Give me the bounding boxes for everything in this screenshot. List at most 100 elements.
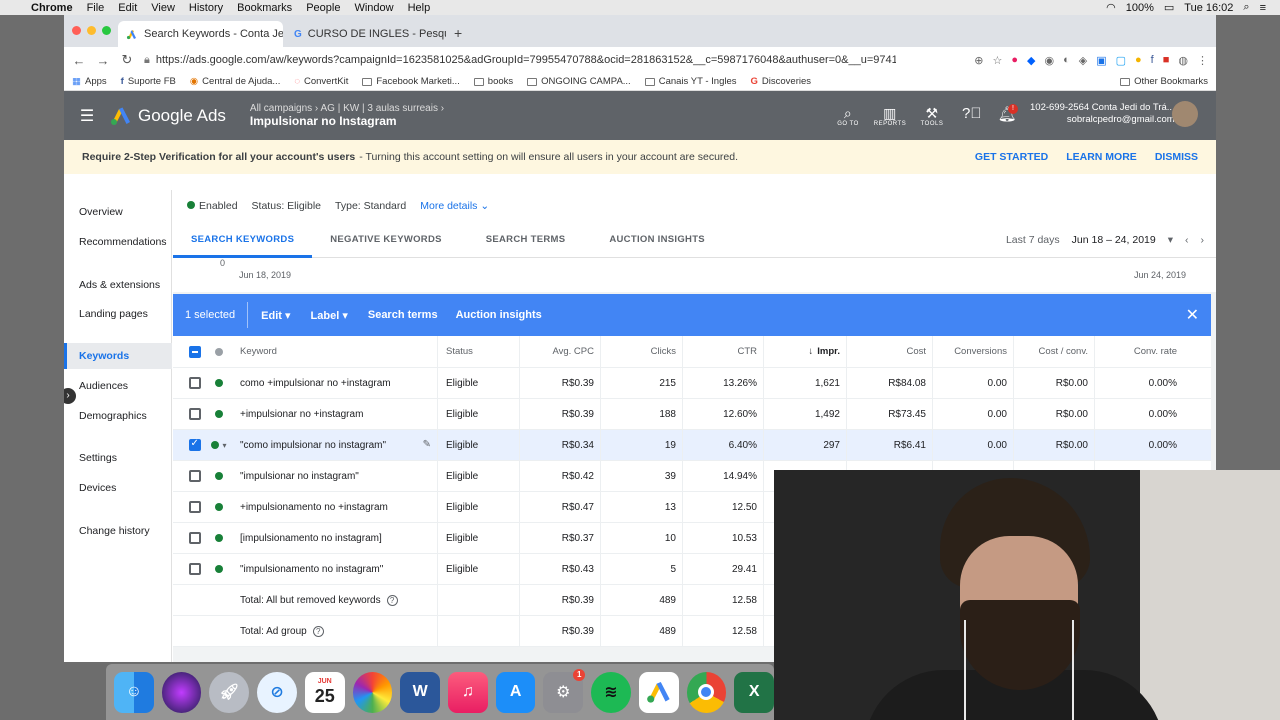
row-status-dot[interactable]: [208, 368, 230, 398]
next-period-icon[interactable]: ›: [1201, 234, 1205, 246]
dock-calendar-icon[interactable]: JUN 25: [304, 671, 345, 713]
other-bookmarks[interactable]: Other Bookmarks: [1120, 76, 1208, 87]
more-details-button[interactable]: More details ⌄: [420, 200, 489, 212]
help-icon[interactable]: ?⃝: [962, 105, 982, 123]
keyword-cell[interactable]: "impulsionamento no instagram": [230, 554, 438, 584]
bookmark-central-ajuda[interactable]: ◉ Central de Ajuda...: [190, 76, 280, 87]
page-title[interactable]: Impulsionar no Instagram: [250, 114, 444, 128]
menu-bookmarks[interactable]: Bookmarks: [232, 2, 301, 14]
search-terms-button[interactable]: Search terms: [348, 309, 438, 321]
chevron-down-icon[interactable]: ▾: [222, 441, 226, 450]
column-header-cost[interactable]: Cost: [847, 336, 933, 367]
sidebar-item-landing-pages[interactable]: Landing pages: [79, 308, 148, 320]
back-icon[interactable]: ←: [72, 53, 86, 68]
tab-search-keywords[interactable]: SEARCH KEYWORDS: [173, 222, 313, 258]
keyword-cell[interactable]: "como impulsionar no instagram" ✎: [230, 430, 438, 460]
dismiss-button[interactable]: DISMISS: [1155, 151, 1198, 163]
wifi-icon[interactable]: ◠: [1106, 1, 1116, 14]
extension-icon[interactable]: ◉: [1044, 54, 1054, 67]
menu-window[interactable]: Window: [349, 2, 402, 14]
profile-icon[interactable]: ◍: [1178, 54, 1188, 67]
lock-icon[interactable]: 🔒︎: [144, 54, 150, 67]
column-header-conv-rate[interactable]: Conv. rate: [1095, 336, 1183, 367]
close-icon[interactable]: ✕: [1186, 305, 1211, 325]
sidebar-item-audiences[interactable]: Audiences: [79, 380, 128, 392]
auction-insights-button[interactable]: Auction insights: [438, 309, 542, 321]
sidebar-item-overview[interactable]: Overview: [79, 206, 123, 218]
table-row[interactable]: ▾ "como impulsionar no instagram"✎Eligibl…: [173, 430, 1211, 461]
dock-itunes-icon[interactable]: ♫: [448, 671, 488, 713]
row-checkbox[interactable]: [173, 554, 208, 584]
dock-launchpad-icon[interactable]: 🚀︎: [209, 671, 250, 713]
bookmark-star-icon[interactable]: ☆: [992, 54, 1002, 67]
extension-icon[interactable]: ◐: [1063, 54, 1070, 66]
avatar[interactable]: [1172, 101, 1198, 127]
edit-menu-button[interactable]: Edit ▾: [248, 309, 290, 322]
dock-chrome-icon[interactable]: [686, 671, 727, 713]
select-all-checkbox[interactable]: [173, 336, 208, 367]
learn-more-button[interactable]: LEARN MORE: [1066, 151, 1137, 163]
bookmark-canais-yt[interactable]: Canais YT - Ingles: [644, 76, 737, 87]
bookmark-ongoing-campaigns[interactable]: ONGOING CAMPA...: [527, 76, 631, 87]
row-status-dot[interactable]: [208, 492, 230, 522]
previous-period-icon[interactable]: ‹: [1185, 234, 1189, 246]
sidebar-item-devices[interactable]: Devices: [79, 482, 116, 494]
menu-file[interactable]: File: [82, 2, 114, 14]
dock-word-icon[interactable]: W: [400, 671, 441, 713]
tools-button[interactable]: ⚒︎ TOOLS: [918, 105, 946, 127]
menu-app-name[interactable]: Chrome: [26, 2, 82, 14]
dropbox-icon[interactable]: ◆: [1027, 54, 1035, 67]
reports-button[interactable]: ▥ REPORTS: [874, 105, 906, 127]
row-status-dot[interactable]: [208, 461, 230, 491]
bookmark-apps[interactable]: ▦ Apps: [72, 76, 107, 87]
bookmark-discoveries[interactable]: G Discoveries: [751, 76, 812, 87]
pencil-edit-icon[interactable]: ✎: [423, 439, 431, 450]
sidebar-item-recommendations[interactable]: Recommendations: [79, 236, 167, 248]
extension-icon[interactable]: ●: [1135, 54, 1142, 66]
zoom-icon[interactable]: ⊕: [974, 54, 983, 67]
column-header-ctr[interactable]: CTR: [683, 336, 764, 367]
sidebar-item-demographics[interactable]: Demographics: [79, 410, 147, 422]
dock-spotify-icon[interactable]: ≋: [591, 671, 631, 713]
minimize-window-button[interactable]: [87, 26, 96, 35]
forward-icon[interactable]: →: [96, 53, 110, 68]
extension-icon[interactable]: ●: [1011, 54, 1018, 66]
facebook-icon[interactable]: f: [1151, 54, 1154, 66]
column-header-status[interactable]: Status: [438, 336, 520, 367]
chrome-menu-icon[interactable]: ⋮: [1197, 54, 1208, 67]
dock-safari-icon[interactable]: ⊘: [257, 671, 297, 713]
dock-photos-icon[interactable]: [352, 671, 393, 713]
spotlight-icon[interactable]: ⌕: [1243, 1, 1249, 14]
extension-icon[interactable]: ◈: [1079, 54, 1087, 67]
keyword-cell[interactable]: "impulsionar no instagram": [230, 461, 438, 491]
bookmark-convertkit[interactable]: ◌ ConvertKit: [294, 76, 348, 87]
bookmark-facebook-marketing[interactable]: Facebook Marketi...: [362, 76, 460, 87]
row-status-dot[interactable]: [208, 523, 230, 553]
dock-finder-icon[interactable]: ☺: [114, 671, 154, 713]
account-info[interactable]: 102-699-2564 Conta Jedi do Trá... sobral…: [1030, 102, 1175, 126]
hamburger-menu-icon[interactable]: ☰: [64, 106, 110, 126]
extension-icon[interactable]: ▢: [1116, 54, 1126, 67]
column-header-conversions[interactable]: Conversions: [933, 336, 1014, 367]
new-tab-icon[interactable]: +: [454, 25, 462, 41]
row-checkbox[interactable]: [173, 368, 208, 398]
help-icon[interactable]: ?: [386, 594, 398, 606]
address-bar[interactable]: 🔒︎ https://ads.google.com/aw/keywords?ca…: [144, 50, 964, 70]
sidebar-item-change-history[interactable]: Change history: [79, 525, 150, 537]
row-checkbox[interactable]: [173, 492, 208, 522]
tab-negative-keywords[interactable]: NEGATIVE KEYWORDS: [312, 222, 460, 258]
dock-app-store-icon[interactable]: A: [495, 671, 536, 713]
enabled-status[interactable]: Enabled: [187, 200, 238, 212]
breadcrumb-path[interactable]: All campaigns › AG | KW | 3 aulas surrea…: [250, 103, 444, 114]
row-checkbox[interactable]: [173, 399, 208, 429]
reload-icon[interactable]: ↻: [120, 52, 134, 68]
label-menu-button[interactable]: Label ▾: [291, 309, 348, 322]
row-status-dot[interactable]: ▾: [208, 430, 230, 460]
dock-excel-icon[interactable]: X: [734, 671, 775, 713]
row-checkbox[interactable]: [173, 430, 208, 460]
column-header-cost-per-conv[interactable]: Cost / conv.: [1014, 336, 1095, 367]
column-header-keyword[interactable]: Keyword: [230, 336, 438, 367]
row-status-dot[interactable]: [208, 399, 230, 429]
row-status-dot[interactable]: [208, 554, 230, 584]
go-to-button[interactable]: ⌕ GO TO: [834, 105, 862, 127]
